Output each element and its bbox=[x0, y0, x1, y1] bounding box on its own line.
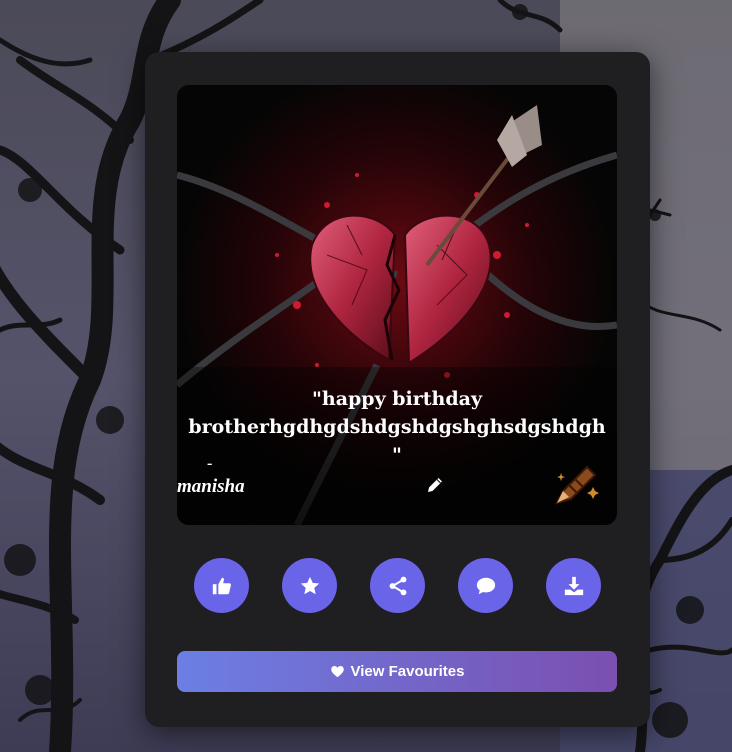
quote-text: "happy birthday brotherhgdhgdshdgshdgshg… bbox=[188, 388, 606, 466]
quote-card: "happy birthday brotherhgdhgdshdgshdgshg… bbox=[145, 52, 650, 727]
action-bar bbox=[194, 558, 602, 614]
download-button[interactable] bbox=[546, 558, 601, 613]
heart-icon bbox=[330, 666, 344, 678]
like-button[interactable] bbox=[194, 558, 249, 613]
favorite-button[interactable] bbox=[282, 558, 337, 613]
view-favourites-button[interactable]: View Favourites bbox=[177, 651, 617, 692]
download-icon bbox=[564, 576, 583, 595]
pencil-icon bbox=[428, 478, 442, 492]
thumbs-up-icon bbox=[212, 577, 231, 594]
author-dash: - bbox=[207, 455, 213, 472]
quote-image: "happy birthday brotherhgdhgdshdgshdgshg… bbox=[177, 85, 617, 525]
share-button[interactable] bbox=[370, 558, 425, 613]
author-name: manisha bbox=[177, 476, 245, 497]
share-icon bbox=[389, 576, 406, 595]
edit-quote-button[interactable] bbox=[425, 475, 445, 495]
star-icon bbox=[300, 576, 319, 594]
comment-button[interactable] bbox=[458, 558, 513, 613]
view-favourites-label: View Favourites bbox=[350, 663, 465, 680]
crayon-icon bbox=[549, 457, 603, 511]
comment-icon bbox=[476, 577, 495, 594]
